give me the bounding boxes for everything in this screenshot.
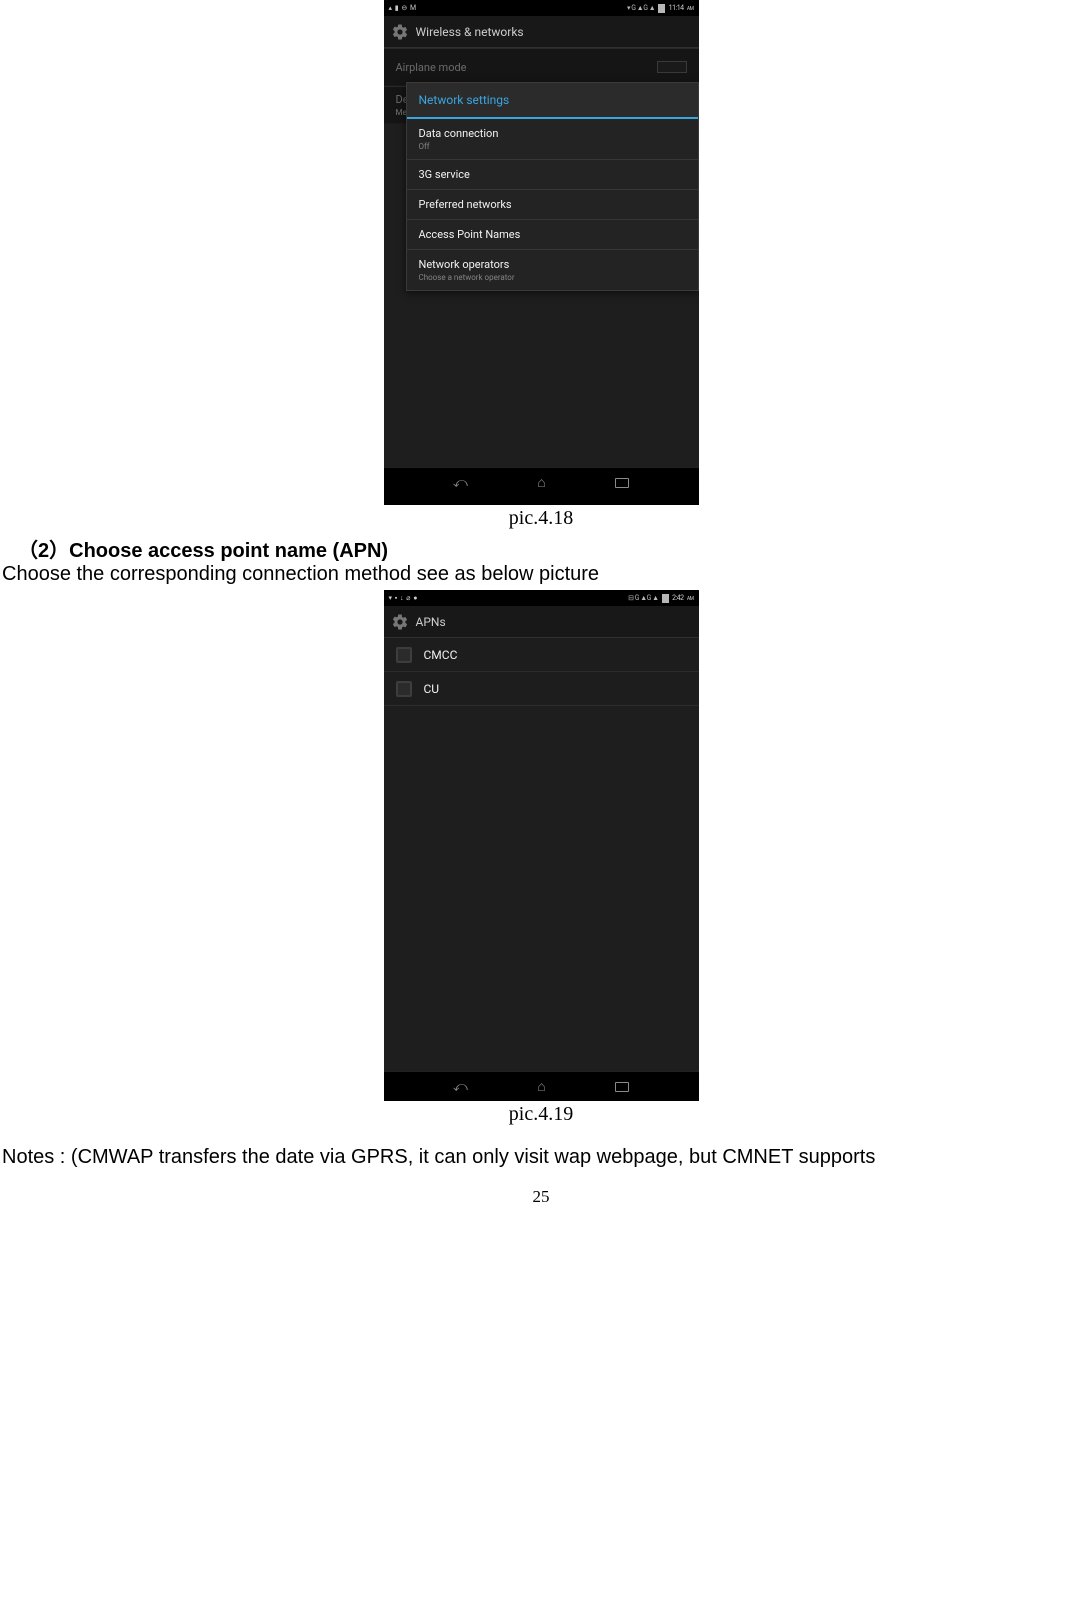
3g-service-row[interactable]: 3G service: [407, 160, 698, 190]
section-heading: （2）Choose access point name (APN): [0, 534, 1082, 563]
apn-label: CU: [424, 682, 440, 696]
network-settings-dialog: Network settings Data connection Off 3G …: [406, 82, 699, 291]
status-icon: ●: [413, 594, 417, 602]
nav-bar: ⤺ ⌂: [384, 467, 699, 497]
status-bar: ▴ ▮ ⊖ M ▾ G ▲G ▲ 11:14 AM: [384, 0, 699, 16]
figure-caption: pic.4.19: [0, 1103, 1082, 1126]
status-icon: ▪: [395, 594, 397, 602]
app-title-bar: APNs: [384, 606, 699, 638]
status-icon: M: [410, 4, 416, 12]
network-operators-row[interactable]: Network operators Choose a network opera…: [407, 250, 698, 290]
preferred-networks-row[interactable]: Preferred networks: [407, 190, 698, 220]
network-operators-sub: Choose a network operator: [419, 273, 686, 282]
airplane-mode-toggle[interactable]: [657, 61, 687, 73]
gear-icon: [390, 22, 410, 42]
preferred-networks-label: Preferred networks: [419, 198, 686, 211]
status-bar: ▾ ▪ ↓ ⌀ ● ⊟ G ▲G ▲ 2:42 AM: [384, 590, 699, 606]
apn-radio[interactable]: [396, 647, 412, 663]
battery-icon: [662, 594, 669, 603]
status-time-suffix: AM: [687, 596, 694, 602]
data-connection-label: Data connection: [419, 127, 686, 140]
status-icon: ▮: [395, 4, 398, 12]
status-time: 11:14: [669, 4, 684, 12]
apn-label: CMCC: [424, 648, 458, 662]
status-icon: ▴: [389, 4, 392, 12]
body-paragraph: Notes : (CMWAP transfers the date via GP…: [0, 1146, 1082, 1169]
home-icon[interactable]: ⌂: [537, 476, 545, 490]
wifi-icon: ▾ G ▲G ▲: [627, 4, 655, 12]
access-point-names-row[interactable]: Access Point Names: [407, 220, 698, 250]
battery-icon: [658, 4, 665, 13]
recents-icon[interactable]: [615, 478, 629, 488]
airplane-mode-row[interactable]: Airplane mode: [384, 48, 699, 86]
status-icon: ⌀: [406, 594, 410, 602]
gear-icon: [390, 612, 410, 632]
status-time-suffix: AM: [687, 6, 694, 12]
figure-4-19-screenshot: ▾ ▪ ↓ ⌀ ● ⊟ G ▲G ▲ 2:42 AM APNs CMCC: [384, 590, 699, 1101]
signal-icon: ⊟ G ▲G ▲: [628, 594, 658, 602]
document-page: ▴ ▮ ⊖ M ▾ G ▲G ▲ 11:14 AM Wireless & net…: [0, 0, 1082, 1207]
airplane-mode-label: Airplane mode: [396, 61, 467, 74]
body-paragraph: Choose the corresponding connection meth…: [0, 563, 1082, 586]
3g-service-label: 3G service: [419, 168, 686, 181]
page-number: 25: [0, 1187, 1082, 1207]
figure-4-18-screenshot: ▴ ▮ ⊖ M ▾ G ▲G ▲ 11:14 AM Wireless & net…: [384, 0, 699, 505]
app-title-text: APNs: [416, 615, 446, 629]
status-bar-left: ▾ ▪ ↓ ⌀ ●: [388, 594, 418, 602]
network-operators-label: Network operators: [419, 258, 686, 271]
nav-bar: ⤺ ⌂: [384, 1071, 699, 1101]
apn-radio[interactable]: [396, 681, 412, 697]
data-connection-sub: Off: [419, 142, 686, 151]
status-icon: ↓: [400, 594, 403, 602]
status-icon: ⊖: [401, 4, 406, 12]
data-connection-row[interactable]: Data connection Off: [407, 119, 698, 160]
back-icon[interactable]: ⤺: [453, 1080, 468, 1094]
dialog-title: Network settings: [407, 83, 698, 119]
status-bar-right: ⊟ G ▲G ▲ 2:42 AM: [627, 594, 694, 603]
access-point-names-label: Access Point Names: [419, 228, 686, 241]
home-icon[interactable]: ⌂: [537, 1080, 545, 1094]
app-title-text: Wireless & networks: [416, 25, 524, 39]
recents-icon[interactable]: [615, 1082, 629, 1092]
app-title-bar: Wireless & networks: [384, 16, 699, 48]
figure-caption: pic.4.18: [0, 507, 1082, 530]
status-bar-left: ▴ ▮ ⊖ M: [388, 4, 417, 12]
apn-item-cmcc[interactable]: CMCC: [384, 638, 699, 672]
back-icon[interactable]: ⤺: [453, 476, 468, 490]
status-bar-right: ▾ G ▲G ▲ 11:14 AM: [626, 4, 694, 13]
status-time: 2:42: [672, 594, 684, 602]
apn-item-cu[interactable]: CU: [384, 672, 699, 706]
status-icon: ▾: [389, 594, 392, 602]
